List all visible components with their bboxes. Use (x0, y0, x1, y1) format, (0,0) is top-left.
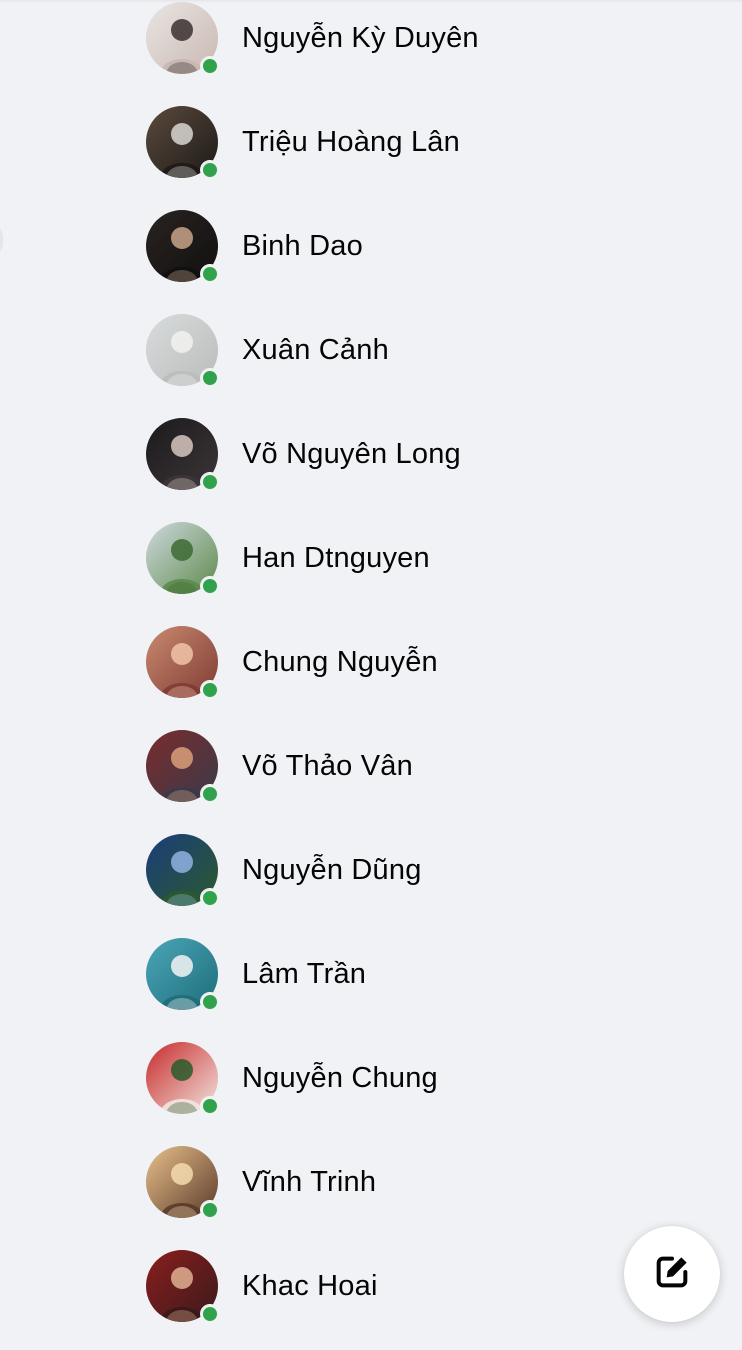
avatar (146, 1146, 220, 1220)
contact-row[interactable]: Triệu Hoàng Lân (130, 94, 600, 190)
contact-row[interactable]: Võ Thảo Vân (130, 718, 600, 814)
online-status-dot (200, 784, 220, 804)
contact-row[interactable]: Chung Nguyễn (130, 614, 600, 710)
avatar (146, 210, 220, 284)
contact-row[interactable]: Lâm Trần (130, 926, 600, 1022)
contact-row[interactable]: Vĩnh Trinh (130, 1134, 600, 1230)
contact-name: Chung Nguyễn (242, 645, 438, 678)
contact-name: Nguyễn Kỳ Duyên (242, 21, 479, 54)
online-status-dot (200, 680, 220, 700)
online-status-dot (200, 56, 220, 76)
contact-row[interactable]: Xuân Cảnh (130, 302, 600, 398)
online-status-dot (200, 1304, 220, 1324)
avatar (146, 626, 220, 700)
compose-edit-icon (652, 1252, 692, 1297)
avatar (146, 938, 220, 1012)
contact-name: Binh Dao (242, 229, 363, 262)
online-status-dot (200, 1200, 220, 1220)
side-drawer-handle[interactable] (0, 222, 2, 258)
contact-name: Lâm Trần (242, 957, 367, 990)
online-status-dot (200, 888, 220, 908)
contact-row[interactable]: Võ Nguyên Long (130, 406, 600, 502)
contact-name: Võ Thảo Vân (242, 749, 413, 782)
contact-row[interactable]: Nguyễn Kỳ Duyên (130, 0, 600, 86)
contact-name: Nguyễn Chung (242, 1061, 438, 1094)
online-status-dot (200, 472, 220, 492)
contact-row[interactable]: Nguyễn Chung (130, 1030, 600, 1126)
compose-button[interactable] (624, 1226, 720, 1322)
contact-row[interactable]: Han Dtnguyen (130, 510, 600, 606)
online-status-dot (200, 264, 220, 284)
contact-row[interactable]: Nguyễn Dũng (130, 822, 600, 918)
avatar (146, 1250, 220, 1324)
avatar (146, 522, 220, 596)
avatar (146, 314, 220, 388)
avatar (146, 418, 220, 492)
online-status-dot (200, 1096, 220, 1116)
avatar (146, 1042, 220, 1116)
contact-name: Nguyễn Dũng (242, 853, 422, 886)
contact-row[interactable]: Khac Hoai (130, 1238, 600, 1334)
online-status-dot (200, 992, 220, 1012)
contact-row[interactable]: Binh Dao (130, 198, 600, 294)
contact-name: Võ Nguyên Long (242, 437, 461, 470)
contact-name: Han Dtnguyen (242, 541, 430, 574)
contact-name: Xuân Cảnh (242, 333, 389, 366)
avatar (146, 2, 220, 76)
avatar (146, 106, 220, 180)
online-status-dot (200, 576, 220, 596)
avatar (146, 834, 220, 908)
contact-name: Vĩnh Trinh (242, 1165, 377, 1198)
online-status-dot (200, 160, 220, 180)
avatar (146, 730, 220, 804)
contact-name: Khac Hoai (242, 1269, 378, 1302)
online-status-dot (200, 368, 220, 388)
contact-name: Triệu Hoàng Lân (242, 125, 460, 158)
